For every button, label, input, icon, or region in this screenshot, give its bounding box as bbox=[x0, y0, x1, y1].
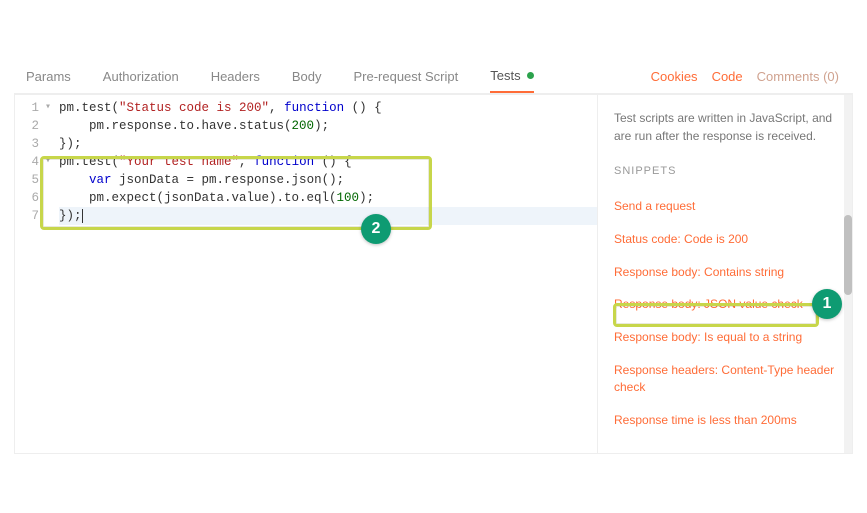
line-number-gutter: 1 2 3 4 5 6 7 bbox=[15, 99, 45, 225]
comments-link[interactable]: Comments (0) bbox=[757, 69, 839, 84]
request-tabs: Params Authorization Headers Body Pre-re… bbox=[14, 14, 853, 94]
snippet-body-equal-string[interactable]: Response body: Is equal to a string bbox=[614, 324, 842, 351]
snippet-response-time[interactable]: Response time is less than 200ms bbox=[614, 407, 842, 434]
code-content[interactable]: pm.test("Status code is 200", function (… bbox=[59, 99, 597, 225]
tests-indicator-icon bbox=[527, 72, 534, 79]
snippets-scrollbar-thumb[interactable] bbox=[844, 215, 852, 295]
snippets-heading: SNIPPETS bbox=[614, 165, 842, 177]
tab-params[interactable]: Params bbox=[26, 61, 71, 92]
snippets-description: Test scripts are written in JavaScript, … bbox=[614, 109, 842, 145]
code-link[interactable]: Code bbox=[712, 69, 743, 84]
snippet-body-json-value-check[interactable]: Response body: JSON value check bbox=[614, 291, 842, 318]
tab-authorization[interactable]: Authorization bbox=[103, 61, 179, 92]
tests-editor[interactable]: 1 2 3 4 5 6 7 ▾ ▾ p bbox=[14, 94, 597, 454]
snippet-status-200[interactable]: Status code: Code is 200 bbox=[614, 226, 842, 253]
cursor-icon bbox=[82, 209, 83, 223]
cookies-link[interactable]: Cookies bbox=[651, 69, 698, 84]
snippet-headers-content-type[interactable]: Response headers: Content-Type header ch… bbox=[614, 357, 842, 401]
tab-body[interactable]: Body bbox=[292, 61, 322, 92]
snippet-body-contains-string[interactable]: Response body: Contains string bbox=[614, 259, 842, 286]
snippet-send-request[interactable]: Send a request bbox=[614, 193, 842, 220]
tab-tests[interactable]: Tests bbox=[490, 60, 533, 93]
snippets-pane: Test scripts are written in JavaScript, … bbox=[597, 94, 853, 454]
tab-tests-label: Tests bbox=[490, 68, 520, 83]
tab-prerequest-script[interactable]: Pre-request Script bbox=[353, 61, 458, 92]
fold-gutter: ▾ ▾ bbox=[45, 99, 59, 225]
tab-headers[interactable]: Headers bbox=[211, 61, 260, 92]
tab-secondary-links: Cookies Code Comments (0) bbox=[651, 69, 853, 84]
